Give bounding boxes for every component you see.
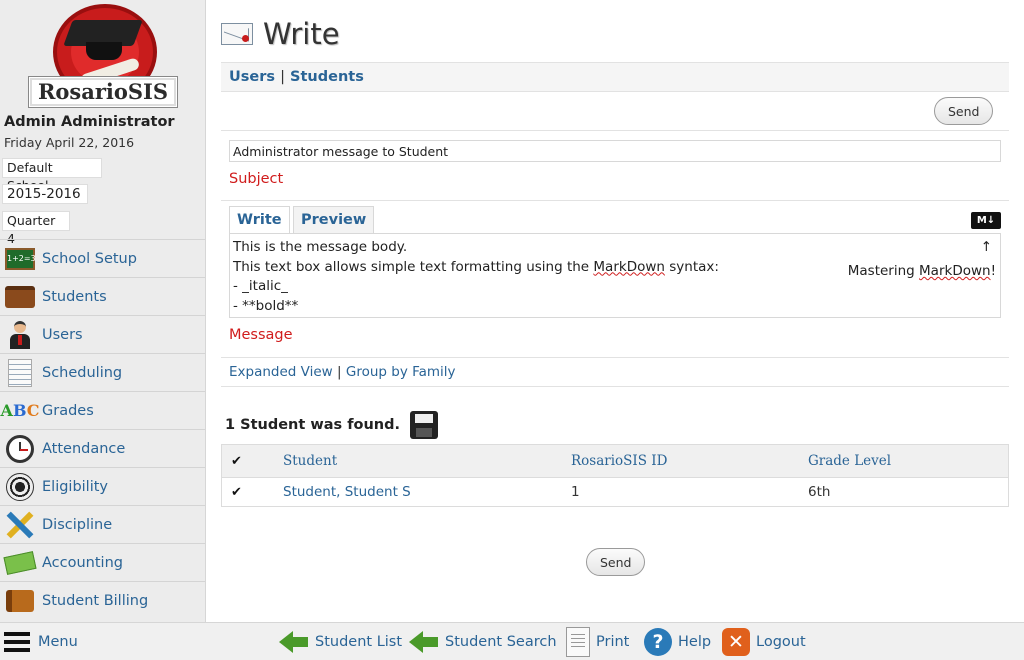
sidebar-item-grades[interactable]: ABC Grades <box>0 391 205 429</box>
save-icon[interactable] <box>410 411 439 439</box>
pencil-ruler-icon <box>4 511 36 539</box>
subject-input[interactable] <box>229 140 1001 162</box>
abc-icon: ABC <box>0 401 40 420</box>
user-name: Admin Administrator <box>4 114 175 130</box>
sidebar-item-label: Users <box>42 326 83 343</box>
message-line: - **bold** <box>233 297 299 314</box>
sidebar-item-users[interactable]: Users <box>0 315 205 353</box>
send-button-bottom[interactable]: Send <box>586 548 645 576</box>
envelope-icon <box>221 23 253 45</box>
subject-row: Subject <box>221 130 1009 200</box>
quarter-select[interactable]: Quarter 4 <box>2 211 70 246</box>
message-label: Message <box>229 327 293 343</box>
money-icon <box>3 549 37 577</box>
logo-text: RosarioSIS <box>28 76 178 108</box>
student-list-label: Student List <box>315 634 403 650</box>
page-heading: Write <box>263 17 340 51</box>
rosariosis-logo[interactable]: RosarioSIS <box>28 4 178 108</box>
sidebar-item-label: Students <box>42 288 107 305</box>
sidebar-item-eligibility[interactable]: Eligibility <box>0 467 205 505</box>
column-header-student[interactable]: Student <box>283 453 571 469</box>
student-list-button[interactable]: Student List <box>279 623 402 660</box>
column-header-grade-level[interactable]: Grade Level <box>808 453 1008 469</box>
sidebar-item-label: Scheduling <box>42 364 123 381</box>
sidebar-item-discipline[interactable]: Discipline <box>0 505 205 543</box>
view-options: Expanded View | Group by Family <box>221 357 1009 387</box>
sidebar-item-label: Attendance <box>42 440 126 457</box>
school-year-select[interactable]: 2015-2016 <box>2 184 88 204</box>
expanded-view-link[interactable]: Expanded View <box>229 364 333 380</box>
sidebar-item-scheduling[interactable]: Scheduling <box>0 353 205 391</box>
sidebar-item-label: Student Billing <box>42 592 149 609</box>
results-count: 1 Student was found. <box>225 408 439 442</box>
results-table: ✔ Student RosarioSIS ID Grade Level ✔ St… <box>221 444 1009 507</box>
sidebar-menu: 1+2=3 School Setup Students Users Schedu… <box>0 239 205 619</box>
results-count-text: 1 Student was found. <box>225 417 401 433</box>
clock-icon <box>4 434 36 463</box>
help-label: Help <box>678 634 712 650</box>
sidebar-item-label: School Setup <box>42 250 137 267</box>
message-line: This is the message body. <box>233 239 408 255</box>
tab-separator: | <box>280 69 285 85</box>
recipient-type-tabs: Users | Students <box>221 62 1009 92</box>
sidebar: RosarioSIS Admin Administrator Friday Ap… <box>0 0 206 622</box>
page-title: Write <box>221 14 340 54</box>
message-row: Write Preview M↓ This is the message bod… <box>221 200 1009 357</box>
document-icon <box>566 627 590 657</box>
briefcase-icon <box>4 283 36 311</box>
row-checkbox[interactable]: ✔ <box>231 486 246 500</box>
table-header: ✔ Student RosarioSIS ID Grade Level <box>222 445 1008 478</box>
bottom-toolbar: Menu Student List Student Search Print ?… <box>0 622 1024 660</box>
school-select[interactable]: Default School <box>2 158 102 193</box>
sidebar-item-school-setup[interactable]: 1+2=3 School Setup <box>0 239 205 277</box>
help-icon: ? <box>644 628 672 656</box>
sidebar-item-students[interactable]: Students <box>0 277 205 315</box>
student-name-link[interactable]: Student, Student S <box>283 484 571 500</box>
print-button[interactable]: Print <box>566 623 629 660</box>
student-search-button[interactable]: Student Search <box>409 623 557 660</box>
student-id: 1 <box>571 484 580 500</box>
chalkboard-icon: 1+2=3 <box>4 245 36 273</box>
hamburger-icon <box>4 632 30 652</box>
column-header-id[interactable]: RosarioSIS ID <box>571 453 808 469</box>
tab-preview[interactable]: Preview <box>293 206 375 233</box>
message-textarea[interactable]: This is the message body. This text box a… <box>229 233 1001 318</box>
close-icon: ✕ <box>722 628 750 656</box>
student-search-label: Student Search <box>445 634 557 650</box>
print-label: Print <box>596 634 630 650</box>
help-button[interactable]: ? Help <box>644 623 711 660</box>
sidebar-item-accounting[interactable]: Accounting <box>0 543 205 581</box>
sidebar-item-label: Grades <box>42 402 94 419</box>
link-separator: | <box>337 364 342 380</box>
send-button-top[interactable]: Send <box>934 97 993 125</box>
select-all-checkbox[interactable]: ✔ <box>231 455 246 469</box>
grade-level: 6th <box>808 484 831 500</box>
group-by-family-link[interactable]: Group by Family <box>346 364 456 380</box>
sidebar-item-attendance[interactable]: Attendance <box>0 429 205 467</box>
markdown-help-link[interactable]: Mastering MarkDown! <box>848 262 996 282</box>
sidebar-item-student-billing[interactable]: Student Billing <box>0 581 205 619</box>
back-arrow-icon <box>279 629 309 655</box>
current-date: Friday April 22, 2016 <box>4 135 135 150</box>
subject-label: Subject <box>229 171 284 187</box>
user-icon <box>4 320 36 349</box>
wallet-icon <box>4 587 36 615</box>
tab-write[interactable]: Write <box>229 206 290 234</box>
markdown-icon[interactable]: M↓ <box>971 212 1001 229</box>
sidebar-item-label: Discipline <box>42 516 113 533</box>
resize-arrow-icon[interactable]: ↑ <box>981 238 992 258</box>
logout-label: Logout <box>756 634 806 650</box>
soccer-ball-icon <box>4 472 36 501</box>
menu-label: Menu <box>38 634 78 650</box>
table-row: ✔ Student, Student S 1 6th <box>222 478 1008 506</box>
logout-button[interactable]: ✕ Logout <box>722 623 806 660</box>
back-arrow-icon <box>409 629 439 655</box>
sidebar-item-label: Accounting <box>42 554 123 571</box>
sidebar-item-label: Eligibility <box>42 478 109 495</box>
menu-button[interactable]: Menu <box>4 623 78 660</box>
notebook-icon <box>4 358 36 387</box>
tab-students[interactable]: Students <box>290 69 364 85</box>
tab-users[interactable]: Users <box>229 69 275 85</box>
